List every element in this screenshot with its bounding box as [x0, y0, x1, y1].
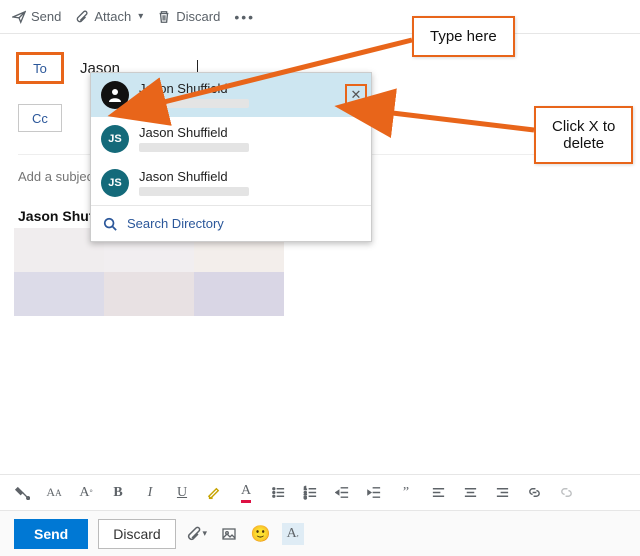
format-paint-icon[interactable]: [12, 482, 32, 504]
discard-label: Discard: [176, 9, 220, 24]
indent-icon[interactable]: [364, 482, 384, 504]
search-icon: [103, 217, 117, 231]
bold-button[interactable]: B: [108, 482, 128, 504]
callout-type-here: Type here: [412, 16, 515, 57]
trash-icon: [157, 10, 171, 24]
search-directory-label: Search Directory: [127, 216, 224, 231]
align-center-icon[interactable]: [460, 482, 480, 504]
suggestion-detail: [139, 143, 249, 152]
toggle-format-button[interactable]: A,: [282, 523, 304, 545]
suggestion-item[interactable]: Jason Shuffield ✕: [91, 73, 371, 117]
align-left-icon[interactable]: [428, 482, 448, 504]
quote-button[interactable]: ”: [396, 482, 416, 504]
suggestion-detail: [139, 99, 249, 108]
picture-icon: [221, 526, 237, 542]
suggestion-item[interactable]: JS Jason Shuffield: [91, 117, 371, 161]
attach-command[interactable]: Attach ▾: [75, 9, 143, 24]
font-color-button[interactable]: A: [236, 482, 256, 504]
delete-suggestion-button[interactable]: ✕: [347, 86, 365, 104]
discard-button[interactable]: Discard: [98, 519, 175, 549]
bottom-action-bar: Send Discard ▾ 🙂 A,: [0, 510, 640, 556]
paperclip-icon: [186, 526, 202, 542]
suggestion-name: Jason Shuffield: [139, 82, 249, 97]
avatar: JS: [101, 169, 129, 197]
attach-button[interactable]: ▾: [186, 523, 208, 545]
send-command[interactable]: Send: [12, 9, 61, 24]
attach-label: Attach: [94, 9, 131, 24]
bulleted-list-icon[interactable]: [268, 482, 288, 504]
format-toolbar: AA A° B I U A 123 ”: [0, 474, 640, 510]
underline-button[interactable]: U: [172, 482, 192, 504]
suggestion-detail: [139, 187, 249, 196]
top-toolbar: Send Attach ▾ Discard •••: [0, 0, 640, 34]
emoji-button[interactable]: 🙂: [250, 523, 272, 545]
send-icon: [12, 10, 26, 24]
svg-text:3: 3: [303, 495, 306, 500]
chevron-down-icon: ▾: [138, 11, 143, 22]
callout-click-x: Click X to delete: [534, 106, 633, 164]
highlight-icon[interactable]: [204, 482, 224, 504]
avatar: JS: [101, 125, 129, 153]
outdent-icon[interactable]: [332, 482, 352, 504]
discard-command[interactable]: Discard: [157, 9, 220, 24]
search-directory[interactable]: Search Directory: [91, 206, 371, 241]
smiley-icon: 🙂: [251, 524, 271, 544]
send-label: Send: [31, 9, 61, 24]
more-command[interactable]: •••: [234, 9, 255, 25]
suggestion-item[interactable]: JS Jason Shuffield: [91, 161, 371, 205]
ellipsis-icon: •••: [234, 9, 255, 25]
font-family-icon[interactable]: AA: [44, 482, 64, 504]
person-icon: [107, 87, 123, 103]
suggestion-name: Jason Shuffield: [139, 170, 249, 185]
unlink-icon[interactable]: [556, 482, 576, 504]
send-button[interactable]: Send: [14, 519, 88, 549]
link-icon[interactable]: [524, 482, 544, 504]
close-icon: ✕: [351, 87, 362, 103]
numbered-list-icon[interactable]: 123: [300, 482, 320, 504]
avatar: [101, 81, 129, 109]
italic-button[interactable]: I: [140, 482, 160, 504]
font-size-icon[interactable]: A°: [76, 482, 96, 504]
cc-button[interactable]: Cc: [18, 104, 62, 132]
paperclip-icon: [75, 10, 89, 24]
formatting-a-icon: A,: [282, 523, 304, 545]
insert-picture-button[interactable]: [218, 523, 240, 545]
align-right-icon[interactable]: [492, 482, 512, 504]
contact-suggestions: Jason Shuffield ✕ JS Jason Shuffield JS …: [90, 72, 372, 242]
to-button[interactable]: To: [18, 54, 62, 82]
suggestion-name: Jason Shuffield: [139, 126, 249, 141]
